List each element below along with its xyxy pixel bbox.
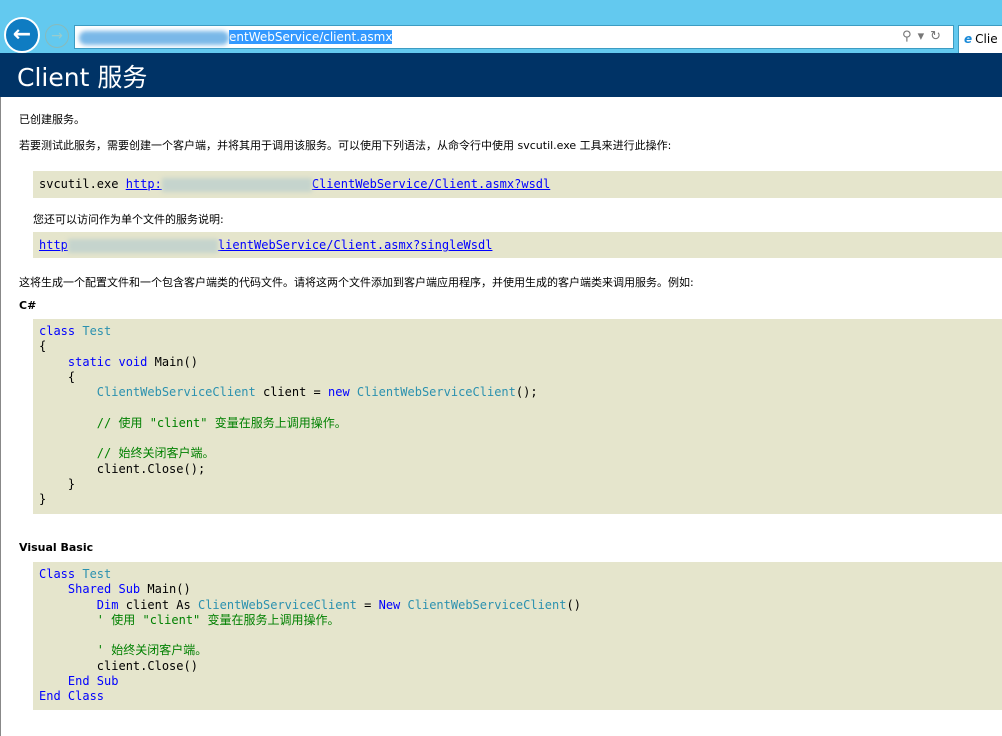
redacted-url [79, 30, 229, 45]
browser-tab[interactable]: e Clie [958, 25, 1002, 53]
dropdown-icon[interactable]: ▾ [918, 29, 931, 44]
url-text: entWebService/client.asmx [229, 30, 393, 44]
svcutil-box: svcutil.exe http: ClientWebService/Client… [33, 171, 1002, 198]
svcutil-cmd: svcutil.exe [39, 177, 119, 191]
ie-icon: e [964, 32, 973, 46]
content: 已创建服务。 若要测试此服务，需要创建一个客户端，并将其用于调用该服务。可以使用… [0, 97, 1002, 736]
single-wsdl-box: http lientWebService/Client.asmx?singleWs… [33, 232, 1002, 258]
tab-title: Clie [975, 32, 998, 46]
vb-heading: Visual Basic [19, 541, 94, 554]
arrow-left-icon: ← [12, 22, 32, 47]
vb-code: Class Test Shared Sub Main() Dim client … [33, 562, 1002, 710]
address-bar[interactable]: entWebService/client.asmx ⚲▾↻ [74, 25, 954, 49]
test-instructions: 若要测试此服务，需要创建一个客户端，并将其用于调用该服务。可以使用下列语法，从命… [19, 139, 672, 152]
forward-button[interactable]: → [45, 24, 69, 48]
generate-text: 这将生成一个配置文件和一个包含客户端类的代码文件。请将这两个文件添加到客户端应用… [19, 276, 694, 289]
arrow-right-icon: → [51, 28, 63, 44]
csharp-code: class Test { static void Main() { Client… [33, 319, 1002, 514]
browser-chrome: ← → entWebService/client.asmx ⚲▾↻ e Clie [0, 0, 1002, 53]
single-file-text: 您还可以访问作为单个文件的服务说明: [33, 213, 224, 226]
csharp-heading: C# [19, 299, 37, 312]
search-icon[interactable]: ⚲ [902, 29, 918, 44]
refresh-icon[interactable]: ↻ [930, 29, 947, 44]
single-wsdl-link[interactable]: http lientWebService/Client.asmx?singleWs… [39, 238, 492, 253]
wsdl-link[interactable]: http: ClientWebService/Client.asmx?wsdl [126, 177, 550, 192]
page-title: Client 服务 [0, 53, 1002, 97]
back-button[interactable]: ← [4, 17, 40, 53]
created-text: 已创建服务。 [19, 113, 85, 126]
